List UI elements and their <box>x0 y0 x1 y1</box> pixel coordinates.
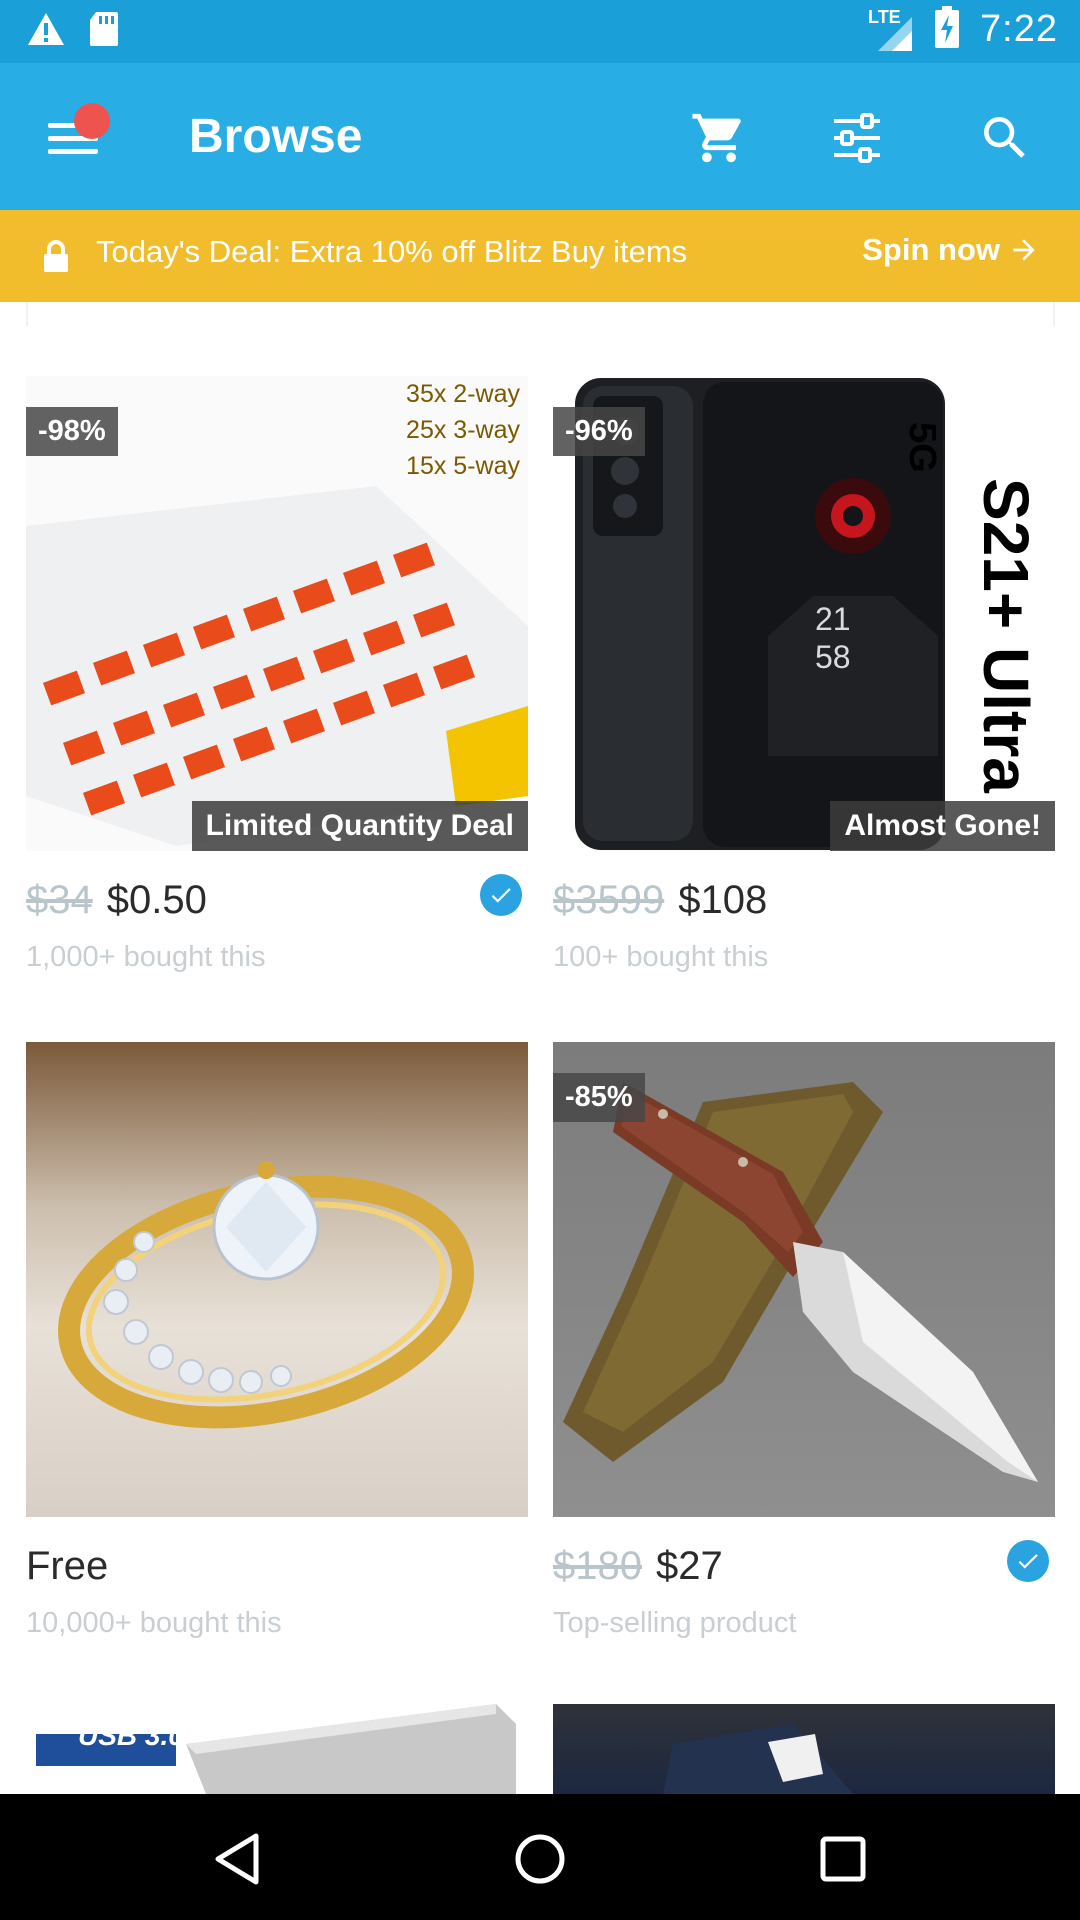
current-price: $108 <box>678 878 768 922</box>
deal-text: Today's Deal: Extra 10% off Blitz Buy it… <box>96 234 688 269</box>
purchase-count: 100+ bought this <box>553 941 769 973</box>
product-image[interactable]: USB 3.0 <box>26 1704 528 1794</box>
purchase-tagline: Top-selling product <box>553 1607 797 1639</box>
verified-icon <box>1007 1540 1049 1582</box>
verified-icon <box>480 874 522 916</box>
discount-badge: -85% <box>553 1073 645 1122</box>
spin-now-label: Spin now <box>862 232 1000 267</box>
deal-tag: Limited Quantity Deal <box>191 801 528 851</box>
product-image[interactable]: -85% <box>553 1042 1055 1517</box>
cart-icon <box>692 113 741 163</box>
product-card[interactable]: Free 10,000+ bought this <box>26 1042 528 1642</box>
discount-badge: -98% <box>26 407 118 456</box>
menu-button[interactable] <box>44 103 114 173</box>
scrolled-row-remnant <box>26 302 528 326</box>
system-nav-bar <box>0 1794 1080 1920</box>
lock-icon <box>42 240 70 279</box>
back-icon <box>215 1833 259 1885</box>
cart-button[interactable] <box>684 103 754 173</box>
product-card[interactable]: USB 3.0 <box>26 1704 528 1794</box>
image-overlay-text: 5G S21+ Ultra <box>901 422 1042 793</box>
home-icon <box>515 1834 565 1884</box>
page-title: Browse <box>189 110 363 163</box>
notification-dot <box>74 103 110 139</box>
image-overlay-text: 21 58 <box>815 601 851 675</box>
warning-icon <box>26 11 66 52</box>
search-icon <box>984 117 1025 158</box>
image-overlay-text: 35x 2-way 25x 3-way 15x 5-way <box>406 380 520 480</box>
current-price: $27 <box>655 1544 723 1588</box>
product-card[interactable]: 21 58 5G S21+ Ultra -96% Almost Gone! $3… <box>553 376 1055 976</box>
old-price: $34 <box>26 878 93 922</box>
discount-badge: -96% <box>553 407 645 456</box>
sd-card-icon <box>88 10 120 53</box>
deal-banner[interactable]: Today's Deal: Extra 10% off Blitz Buy it… <box>0 210 1080 302</box>
spin-now-link[interactable]: Spin now <box>862 232 1040 268</box>
product-image[interactable] <box>553 1704 1055 1794</box>
price-row: $3599 $108 <box>553 878 767 923</box>
product-card[interactable]: 35x 2-way 25x 3-way 15x 5-way -98% Limit… <box>26 376 528 976</box>
old-price: $3599 <box>553 878 665 922</box>
recents-button[interactable] <box>808 1824 878 1894</box>
status-bar: LTE 7:22 <box>0 0 1080 63</box>
filter-icon <box>834 113 880 163</box>
usb-label: USB 3.0 <box>78 1720 184 1751</box>
search-button[interactable] <box>970 103 1040 173</box>
app-bar: Browse <box>0 63 1080 210</box>
price-row: $34 $0.50 <box>26 878 207 923</box>
old-price: $180 <box>553 1544 642 1588</box>
deal-tag: Almost Gone! <box>830 801 1055 851</box>
product-card[interactable]: -85% $180 $27 Top-selling product <box>553 1042 1055 1642</box>
back-button[interactable] <box>202 1824 272 1894</box>
recents-icon <box>820 1836 866 1882</box>
product-image[interactable]: 21 58 5G S21+ Ultra -96% Almost Gone! <box>553 376 1055 851</box>
browse-screen: LTE 7:22 Browse Today's Deal: Extra 10% … <box>0 0 1080 1920</box>
product-image[interactable] <box>26 1042 528 1517</box>
signal-icon: LTE <box>868 7 914 53</box>
home-button[interactable] <box>505 1824 575 1894</box>
scrolled-row-remnant <box>553 302 1055 326</box>
purchase-count: 10,000+ bought this <box>26 1607 282 1639</box>
price-row: $180 $27 <box>553 1544 723 1589</box>
current-price: Free <box>26 1544 109 1588</box>
arrow-right-icon <box>1013 239 1035 261</box>
product-image[interactable]: 35x 2-way 25x 3-way 15x 5-way -98% Limit… <box>26 376 528 851</box>
product-card[interactable] <box>553 1704 1055 1794</box>
battery-charging-icon <box>934 6 960 53</box>
filter-button[interactable] <box>822 103 892 173</box>
status-time: 7:22 <box>980 8 1058 50</box>
purchase-count: 1,000+ bought this <box>26 941 266 973</box>
price-row: Free <box>26 1544 108 1589</box>
current-price: $0.50 <box>106 878 207 922</box>
